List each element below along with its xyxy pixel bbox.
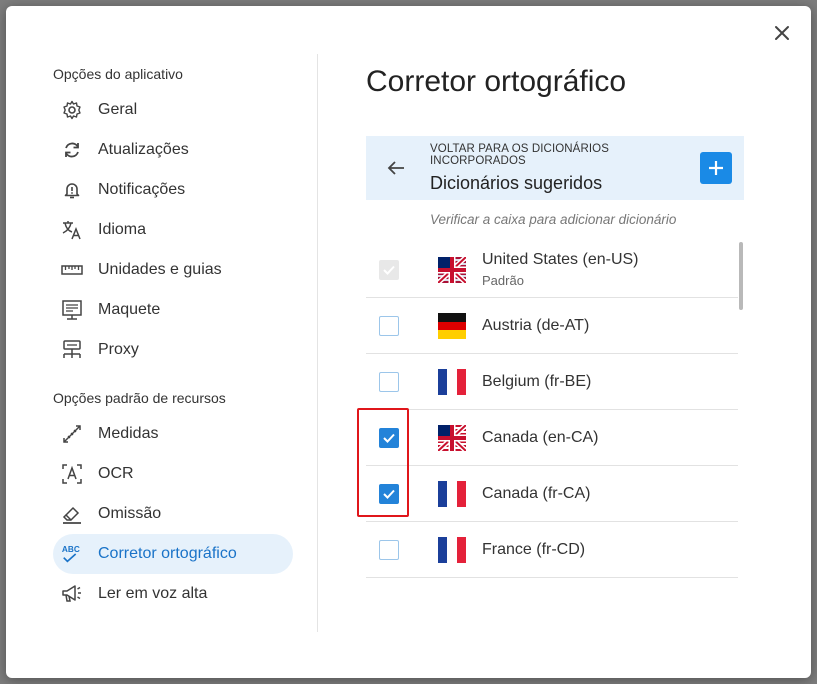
sidebar-item-label: Medidas	[98, 425, 159, 442]
dictionary-checkbox[interactable]	[379, 315, 399, 336]
sidebar-item-label: Maquete	[98, 301, 161, 318]
checkbox-wrap	[366, 315, 412, 336]
dictionary-checkbox[interactable]	[379, 483, 399, 504]
back-bar-texts: VOLTAR PARA OS DICIONÁRIOS INCORPORADOS …	[430, 143, 700, 194]
sidebar-item-label: Geral	[98, 101, 138, 118]
sidebar-item-label: Atualizações	[98, 141, 189, 158]
network-icon	[61, 339, 83, 361]
dictionary-label: United States (en-US)	[482, 251, 639, 268]
page-title: Corretor ortográfico	[366, 65, 627, 98]
sidebar-item-unidades[interactable]: Unidades e guias	[53, 250, 293, 290]
svg-text:ABC: ABC	[62, 545, 80, 554]
ruler-icon	[61, 259, 83, 281]
spellcheck-icon: ABC	[61, 543, 83, 565]
bell-icon	[61, 179, 83, 201]
back-link[interactable]: VOLTAR PARA OS DICIONÁRIOS INCORPORADOS	[430, 143, 700, 167]
sidebar-item-label: Unidades e guias	[98, 261, 222, 278]
back-bar: VOLTAR PARA OS DICIONÁRIOS INCORPORADOS …	[366, 136, 744, 200]
dictionary-label: France (fr-CD)	[482, 540, 586, 558]
eraser-icon	[61, 503, 83, 525]
check-icon	[383, 433, 395, 443]
dictionary-sublabel: Padrão	[482, 273, 524, 288]
dictionary-label: Canada (en-CA)	[482, 428, 599, 446]
megaphone-icon	[61, 583, 83, 605]
dictionary-checkbox[interactable]	[379, 371, 399, 392]
checkbox-wrap	[366, 427, 412, 448]
list-item: France (fr-CD)	[366, 522, 738, 578]
sidebar-item-label: Proxy	[98, 341, 139, 358]
dictionary-label: Belgium (fr-BE)	[482, 372, 592, 390]
sidebar-item-label: Omissão	[98, 505, 162, 522]
refresh-icon	[61, 139, 83, 161]
us-flag-icon	[438, 424, 466, 451]
plus-icon	[709, 161, 723, 175]
arrow-left-icon[interactable]	[384, 156, 408, 180]
sidebar-item-label: Corretor ortográfico	[98, 545, 237, 562]
list-item: Belgium (fr-BE)	[366, 354, 738, 410]
sidebar-section-app: Opções do aplicativo	[53, 66, 183, 82]
germany-flag-icon	[438, 312, 466, 339]
sidebar-item-atualizacoes[interactable]: Atualizações	[53, 130, 293, 170]
list-item: United States (en-US) Padrão	[366, 242, 738, 298]
list-item: Canada (fr-CA)	[366, 466, 738, 522]
hint-text: Verificar a caixa para adicionar dicioná…	[430, 212, 677, 227]
dictionary-checkbox	[379, 259, 399, 280]
sidebar-item-medidas[interactable]: Medidas	[53, 414, 293, 454]
dictionary-list[interactable]: United States (en-US) Padrão Austria (de…	[366, 242, 744, 580]
ocr-icon	[61, 463, 83, 485]
france-flag-icon	[438, 536, 466, 563]
checkbox-wrap	[366, 539, 412, 560]
preferences-dialog: Opções do aplicativo Geral Atualizações …	[6, 6, 811, 678]
scrollbar[interactable]	[739, 242, 743, 310]
checkbox-wrap	[366, 259, 412, 280]
measure-icon	[61, 423, 83, 445]
list-item: Austria (de-AT)	[366, 298, 738, 354]
list-item: Canada (en-CA)	[366, 410, 738, 466]
checkbox-wrap	[366, 483, 412, 504]
sidebar-item-omissao[interactable]: Omissão	[53, 494, 293, 534]
sidebar-item-label: Ler em voz alta	[98, 585, 208, 602]
sidebar-item-geral[interactable]: Geral	[53, 90, 293, 130]
france-flag-icon	[438, 368, 466, 395]
close-icon[interactable]	[771, 22, 793, 44]
sidebar-item-notificacoes[interactable]: Notificações	[53, 170, 293, 210]
sidebar-item-label: Idioma	[98, 221, 147, 238]
sidebar-item-ocr[interactable]: OCR	[53, 454, 293, 494]
translate-icon	[61, 219, 83, 241]
sidebar-section-features: Opções padrão de recursos	[53, 390, 226, 406]
check-icon	[383, 489, 395, 499]
layout-icon	[61, 299, 83, 321]
sidebar-item-label: Notificações	[98, 181, 186, 198]
sidebar-item-proxy[interactable]: Proxy	[53, 330, 293, 370]
dictionary-label: Canada (fr-CA)	[482, 484, 591, 502]
checkbox-wrap	[366, 371, 412, 392]
sidebar: Opções do aplicativo Geral Atualizações …	[53, 62, 293, 614]
us-flag-icon	[438, 256, 466, 283]
dictionary-checkbox[interactable]	[379, 539, 399, 560]
add-dictionary-button[interactable]	[700, 152, 732, 184]
sidebar-item-corretor[interactable]: ABC Corretor ortográfico	[53, 534, 293, 574]
sidebar-item-label: OCR	[98, 465, 134, 482]
back-bar-title: Dicionários sugeridos	[430, 172, 603, 193]
sidebar-item-maquete[interactable]: Maquete	[53, 290, 293, 330]
dictionary-label: Austria (de-AT)	[482, 316, 590, 334]
list-item-texts: United States (en-US) Padrão	[482, 251, 639, 288]
gear-icon	[61, 99, 83, 121]
france-flag-icon	[438, 480, 466, 507]
sidebar-item-idioma[interactable]: Idioma	[53, 210, 293, 250]
dictionary-checkbox[interactable]	[379, 427, 399, 448]
main-panel: Corretor ortográfico VOLTAR PARA OS DICI…	[366, 62, 746, 578]
vertical-divider	[317, 54, 318, 632]
sidebar-item-ler-em-voz-alta[interactable]: Ler em voz alta	[53, 574, 293, 614]
